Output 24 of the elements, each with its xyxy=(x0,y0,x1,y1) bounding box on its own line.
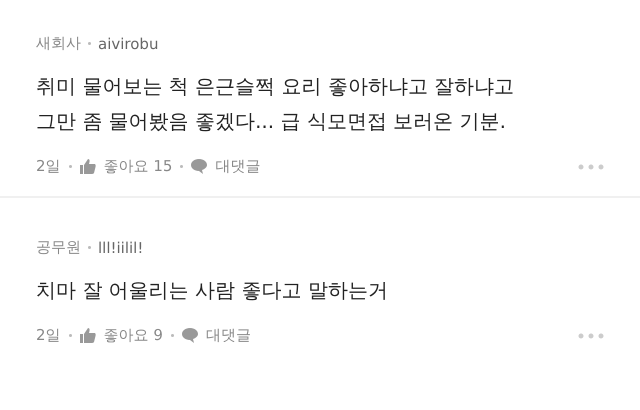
comment-age: 2일 xyxy=(36,157,61,176)
author-name: aivirobu xyxy=(98,34,158,52)
company-name: 새회사 xyxy=(36,34,81,53)
reply-link[interactable]: 대댓글 xyxy=(215,157,260,176)
company-name: 공무원 xyxy=(36,238,81,257)
thumbs-up-icon[interactable] xyxy=(80,328,96,343)
comment-text: 치마 잘 어울리는 사람 좋다고 말하는거 xyxy=(36,277,389,304)
thumbs-up-icon[interactable] xyxy=(80,159,96,174)
like-count[interactable]: 좋아요 15 xyxy=(104,157,172,176)
speech-bubble-icon[interactable] xyxy=(182,328,198,343)
comment-age: 2일 xyxy=(36,326,61,345)
separator-dot xyxy=(170,334,174,337)
like-count[interactable]: 좋아요 9 xyxy=(104,326,163,345)
speech-bubble-icon[interactable] xyxy=(191,159,208,174)
comment-text: 취미 물어보는 척 은근슬쩍 요리 좋아하냐고 잘하냐고 그만 좀 물어봤음 좋겠다... 급 식모면접 보러온 기분. xyxy=(36,73,516,135)
more-options-icon[interactable] xyxy=(578,164,604,170)
reply-link[interactable]: 대댓글 xyxy=(206,326,251,345)
separator-dot xyxy=(180,165,184,168)
more-options-icon[interactable] xyxy=(578,332,604,338)
separator-dot xyxy=(88,246,91,249)
author-name: lll!iilil! xyxy=(98,238,144,256)
separator-dot xyxy=(88,42,91,45)
separator-dot xyxy=(68,334,72,337)
separator-dot xyxy=(68,165,72,168)
